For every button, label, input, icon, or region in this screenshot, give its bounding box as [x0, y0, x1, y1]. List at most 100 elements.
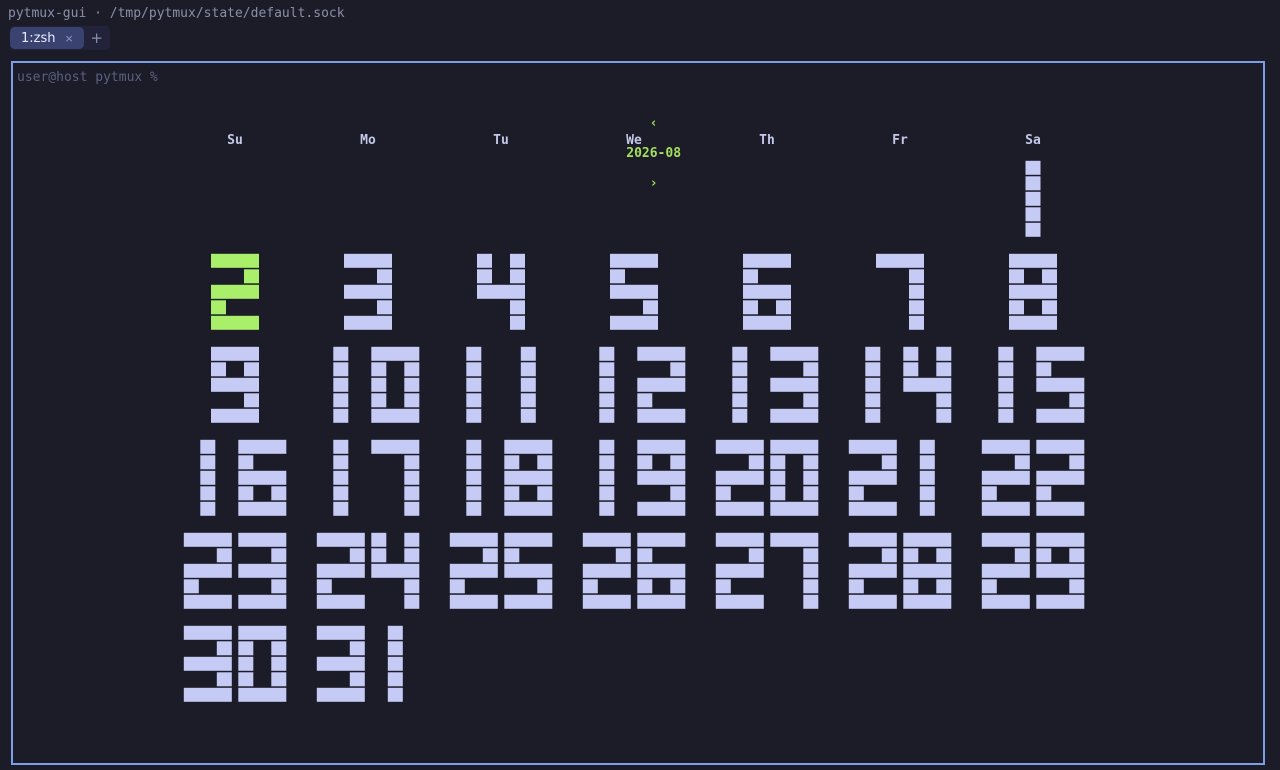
digit-block	[183, 594, 232, 609]
day-20[interactable]	[715, 439, 819, 516]
digit-block	[637, 579, 653, 594]
digit-block	[732, 393, 748, 408]
tab-1-zsh[interactable]: 1:zsh ×	[10, 27, 84, 49]
day-8[interactable]	[1009, 253, 1057, 330]
day-19[interactable]	[599, 439, 686, 516]
digit-block	[981, 532, 1030, 547]
day-29[interactable]	[981, 532, 1085, 609]
digit-block	[848, 579, 864, 594]
digit-block	[981, 470, 1030, 485]
digit-block	[449, 563, 498, 578]
digit-block	[404, 455, 420, 470]
digit-block	[865, 362, 881, 377]
digit-block	[377, 269, 392, 284]
digit-block	[1036, 563, 1085, 578]
new-tab-button[interactable]: +	[84, 27, 110, 49]
digit-block	[881, 455, 897, 470]
digit-block	[981, 486, 997, 501]
day-24[interactable]	[316, 532, 420, 609]
digit-block	[466, 486, 482, 501]
digit-block	[238, 501, 287, 516]
digit-block	[599, 408, 615, 423]
digit-block	[316, 563, 365, 578]
day-6[interactable]	[743, 253, 791, 330]
day-1[interactable]	[1025, 160, 1041, 237]
digit-block	[238, 486, 254, 501]
day-11[interactable]	[466, 346, 536, 423]
day-26[interactable]	[582, 532, 686, 609]
digit-block	[865, 408, 881, 423]
digit-block	[1009, 300, 1024, 315]
day-18[interactable]	[466, 439, 553, 516]
digit-block	[919, 455, 935, 470]
digit-block	[770, 455, 786, 470]
digit-block	[1025, 222, 1041, 237]
digit-block	[449, 532, 498, 547]
digit-block	[466, 377, 482, 392]
digit-block	[637, 532, 686, 547]
digit-block	[333, 377, 349, 392]
digit-block	[316, 532, 365, 547]
digit-block	[1036, 470, 1085, 485]
digit-block	[183, 532, 232, 547]
digit-block	[1036, 362, 1052, 377]
digit-block	[238, 594, 287, 609]
digit-block	[848, 470, 897, 485]
day-7[interactable]	[876, 253, 924, 330]
digit-block	[349, 641, 365, 656]
digit-block	[998, 362, 1014, 377]
day-31[interactable]	[316, 625, 403, 702]
day-10[interactable]	[333, 346, 420, 423]
day-30[interactable]	[183, 625, 287, 702]
day-21[interactable]	[848, 439, 935, 516]
digit-block	[349, 548, 365, 563]
tab-bar: 1:zsh × +	[10, 26, 110, 50]
digit-block	[404, 579, 420, 594]
digit-block	[1025, 176, 1041, 191]
digit-block	[881, 548, 897, 563]
digit-block	[477, 269, 492, 284]
digit-block	[599, 346, 615, 361]
day-3[interactable]	[344, 253, 392, 330]
digit-block	[238, 455, 254, 470]
day-23[interactable]	[183, 532, 287, 609]
day-16[interactable]	[200, 439, 287, 516]
digit-block	[909, 300, 924, 315]
digit-block	[404, 532, 420, 547]
day-14[interactable]	[865, 346, 952, 423]
digit-block	[637, 346, 686, 361]
digit-block	[271, 579, 287, 594]
day-5[interactable]	[610, 253, 658, 330]
digit-block	[211, 362, 226, 377]
digit-block	[387, 625, 403, 640]
digit-block	[1036, 532, 1085, 547]
day-28[interactable]	[848, 532, 952, 609]
digit-block	[903, 563, 952, 578]
digit-block	[333, 408, 349, 423]
day-15[interactable]	[998, 346, 1085, 423]
day-4[interactable]	[477, 253, 525, 330]
day-2[interactable]	[211, 253, 259, 330]
day-22[interactable]	[981, 439, 1085, 516]
digit-block	[936, 362, 952, 377]
digit-block	[998, 393, 1014, 408]
day-17[interactable]	[333, 439, 420, 516]
digit-block	[1014, 455, 1030, 470]
digit-block	[981, 579, 997, 594]
digit-block	[371, 362, 387, 377]
close-icon[interactable]: ×	[65, 32, 74, 45]
digit-block	[903, 377, 952, 392]
day-13[interactable]	[732, 346, 819, 423]
digit-block	[865, 346, 881, 361]
digit-block	[238, 563, 287, 578]
digit-block	[477, 253, 492, 268]
day-25[interactable]	[449, 532, 553, 609]
terminal-pane[interactable]: user@host pytmux % ‹ 2026-08 › Su Mo Tu …	[11, 61, 1265, 765]
digit-block	[599, 486, 615, 501]
digit-block	[637, 470, 686, 485]
digit-block	[1036, 501, 1085, 516]
digit-block	[732, 346, 748, 361]
day-9[interactable]	[211, 346, 259, 423]
day-12[interactable]	[599, 346, 686, 423]
day-27[interactable]	[715, 532, 819, 609]
